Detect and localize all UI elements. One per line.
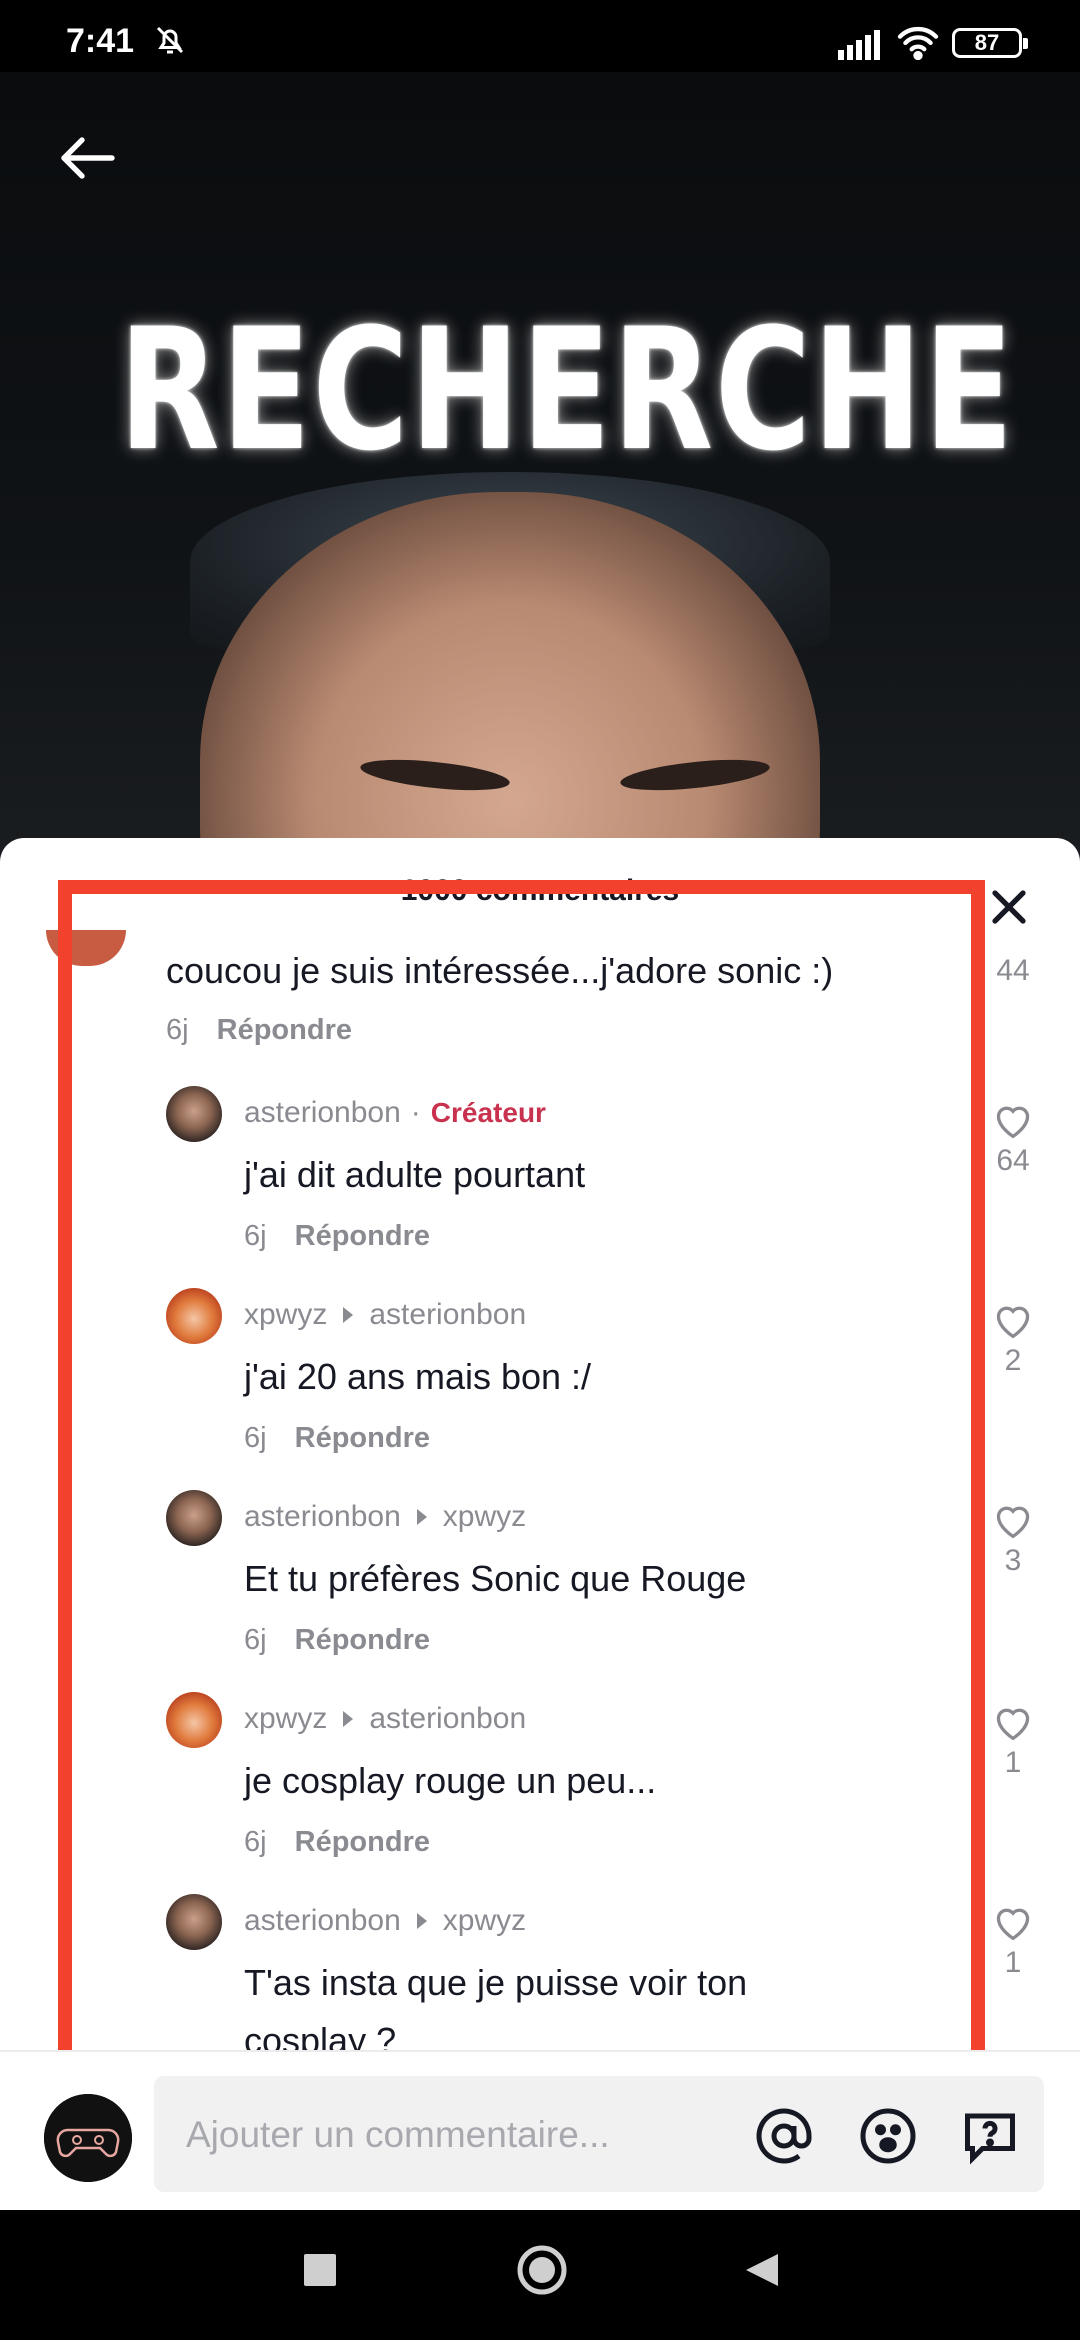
back-button[interactable] (52, 122, 124, 194)
like-count: 64 (996, 1144, 1030, 1177)
like-count: 1 (1004, 1946, 1022, 1979)
at-icon (756, 2108, 812, 2164)
comment-input-bar: Ajouter un commentaire... (0, 2050, 1080, 2212)
comment-author: xpwyz asterionbon (244, 1702, 526, 1736)
heart-outline-icon (996, 1506, 1030, 1539)
comment-author: asterionbon · Créateur (244, 1096, 546, 1130)
comment-meta: 6j Répondre (244, 1422, 430, 1455)
video-overlay-text: RECHERCHE (118, 292, 1015, 488)
username[interactable]: xpwyz (244, 1298, 327, 1332)
comment-text: Et tu préfères Sonic que Rouge (244, 1558, 747, 1599)
avatar[interactable] (166, 1894, 222, 1950)
user-avatar[interactable] (44, 2094, 132, 2182)
avatar[interactable] (166, 1086, 222, 1142)
heart-outline-icon (996, 1908, 1030, 1941)
reply-arrow-icon (416, 1509, 427, 1525)
heart-outline-icon (996, 1708, 1030, 1741)
like-button[interactable]: 44 (990, 950, 1036, 988)
triangle-left-icon (746, 2254, 778, 2286)
like-button[interactable]: 64 (990, 1100, 1036, 1178)
video-player[interactable]: RECHERCHE (0, 72, 1080, 862)
like-button[interactable]: 1 (990, 1902, 1036, 1980)
heart-outline-icon (996, 1306, 1030, 1339)
comment-age: 6j (166, 1014, 189, 1046)
reply-button[interactable]: Répondre (295, 1422, 430, 1454)
reply-arrow-icon (416, 1913, 427, 1929)
reply-to-username[interactable]: xpwyz (443, 1500, 526, 1534)
mention-button[interactable] (754, 2106, 814, 2166)
signal-icon (838, 30, 882, 65)
square-icon (304, 2254, 336, 2286)
comment-input[interactable]: Ajouter un commentaire... (154, 2076, 1044, 2192)
comment-meta: 6j Répondre (244, 1624, 430, 1657)
comment-author: asterionbon xpwyz (244, 1500, 526, 1534)
username[interactable]: asterionbon (244, 1096, 401, 1130)
like-button[interactable]: 3 (990, 1500, 1036, 1578)
comment-meta: 6j Répondre (244, 1220, 430, 1253)
question-icon (965, 2113, 1015, 2165)
comment-text-continued: cosplay ? (244, 2020, 397, 2050)
battery-icon: 87 (952, 28, 1028, 58)
avatar[interactable] (166, 1288, 222, 1344)
separator-dot: · (410, 1096, 421, 1129)
avatar[interactable] (166, 1692, 222, 1748)
emoji-icon (860, 2108, 916, 2164)
comment-text: j'ai 20 ans mais bon :/ (244, 1356, 592, 1397)
reply-button[interactable]: Répondre (295, 1826, 430, 1858)
reply-button[interactable]: Répondre (295, 1220, 430, 1252)
navigation-bar (0, 2210, 1080, 2340)
back-nav-button[interactable] (742, 2250, 782, 2295)
comments-list[interactable]: coucou je suis intéressée...j'adore soni… (0, 838, 1080, 2050)
reply-to-username[interactable]: asterionbon (369, 1298, 526, 1332)
like-count: 3 (1004, 1544, 1022, 1577)
reply-button[interactable]: Répondre (295, 1624, 430, 1656)
emoji-button[interactable] (858, 2106, 918, 2166)
comment-meta: 6j Répondre (244, 1826, 430, 1859)
reply-arrow-icon (343, 1711, 354, 1727)
recents-button[interactable] (300, 2250, 340, 2295)
bell-muted-icon (152, 22, 188, 63)
comment-age: 6j (244, 1422, 267, 1454)
comment-author: asterionbon xpwyz (244, 1904, 526, 1938)
like-button[interactable]: 2 (990, 1300, 1036, 1378)
reply-button[interactable]: Répondre (217, 1014, 352, 1046)
creator-badge: Créateur (430, 1097, 546, 1128)
username[interactable]: asterionbon (244, 1500, 401, 1534)
home-button[interactable] (516, 2244, 568, 2301)
comment-text: T'as insta que je puisse voir ton (244, 1962, 748, 2003)
reply-to-username[interactable]: asterionbon (369, 1702, 526, 1736)
username[interactable]: xpwyz (244, 1702, 327, 1736)
comment-age: 6j (244, 1624, 267, 1656)
comment-author: xpwyz asterionbon (244, 1298, 526, 1332)
like-count: 44 (996, 954, 1030, 987)
username[interactable]: asterionbon (244, 1904, 401, 1938)
comment-text: j'ai dit adulte pourtant (244, 1154, 586, 1195)
gamepad-icon (44, 2094, 132, 2182)
arrow-left-icon (61, 137, 115, 179)
avatar[interactable] (46, 930, 126, 966)
status-time: 7:41 (66, 22, 135, 60)
comments-sheet: 1000 commentaires coucou je suis intéres… (0, 838, 1080, 2210)
reply-arrow-icon (343, 1307, 354, 1323)
comment-text: coucou je suis intéressée...j'adore soni… (166, 950, 834, 991)
like-button[interactable]: 1 (990, 1702, 1036, 1780)
comment-age: 6j (244, 1826, 267, 1858)
reply-to-username[interactable]: xpwyz (443, 1904, 526, 1938)
status-bar: 7:41 87 (0, 0, 1080, 72)
avatar[interactable] (166, 1490, 222, 1546)
question-button[interactable] (960, 2106, 1020, 2166)
like-count: 1 (1004, 1746, 1022, 1779)
wifi-icon (896, 24, 940, 65)
comment-text: je cosplay rouge un peu... (244, 1760, 657, 1801)
comment-input-placeholder: Ajouter un commentaire... (186, 2114, 610, 2155)
comment-meta: 6j Répondre (166, 1014, 352, 1047)
heart-outline-icon (996, 1106, 1030, 1139)
comment-age: 6j (244, 1220, 267, 1252)
circle-icon (517, 2245, 567, 2295)
like-count: 2 (1004, 1344, 1022, 1377)
